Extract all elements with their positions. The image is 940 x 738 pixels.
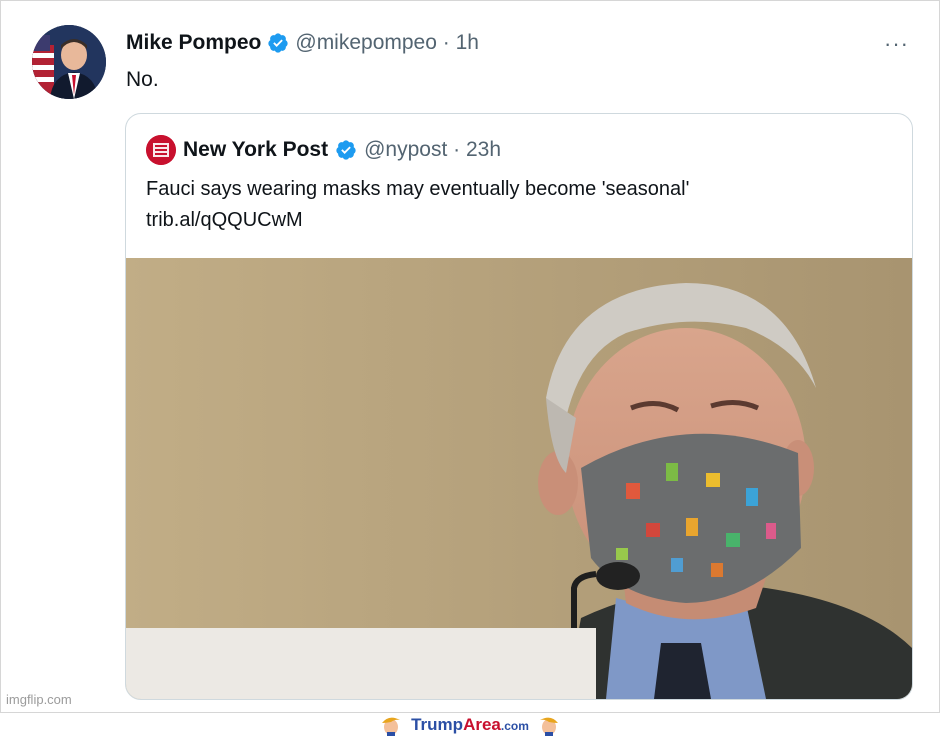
quoted-avatar[interactable]: [146, 135, 176, 165]
trump-head-icon: [539, 717, 558, 736]
nypost-logo-icon: [146, 135, 176, 165]
watermark: imgflip.com: [6, 692, 72, 707]
verified-badge-icon: [336, 140, 356, 160]
quoted-photo[interactable]: [126, 258, 912, 699]
trump-head-icon: [382, 717, 401, 736]
quoted-tweet-header: New York Post @nypost · 23h: [146, 134, 501, 166]
quoted-display-name[interactable]: New York Post: [183, 138, 328, 162]
brand-part-trump: Trump: [411, 715, 464, 734]
verified-badge-icon: [268, 33, 288, 53]
footer-brand-text[interactable]: TrumpArea.com: [411, 715, 529, 735]
tweet-card: Mike Pompeo @mikepompeo · 1h ··· No. New…: [0, 0, 940, 713]
brand-part-area: Area: [463, 715, 501, 734]
quoted-headline: Fauci says wearing masks may eventually …: [146, 178, 690, 200]
avatar[interactable]: [32, 25, 106, 99]
tweet-text: No.: [126, 68, 159, 91]
tweet-header: Mike Pompeo @mikepompeo · 1h: [126, 29, 479, 57]
quoted-link[interactable]: trib.al/qQQUCwM: [146, 205, 886, 236]
quoted-tweet[interactable]: New York Post @nypost · 23h Fauci says w…: [125, 113, 913, 700]
footer-brand-bar: TrumpArea.com: [0, 712, 940, 738]
more-dots-icon[interactable]: ···: [884, 31, 909, 57]
brand-part-com: .com: [500, 719, 529, 733]
quoted-tweet-text: Fauci says wearing masks may eventually …: [146, 174, 886, 236]
handle-timestamp[interactable]: @mikepompeo · 1h: [295, 31, 479, 55]
quoted-handle-timestamp[interactable]: @nypost · 23h: [364, 138, 501, 162]
fauci-masked-photo: [126, 258, 912, 699]
display-name[interactable]: Mike Pompeo: [126, 31, 261, 55]
avatar-photo: [32, 25, 106, 99]
